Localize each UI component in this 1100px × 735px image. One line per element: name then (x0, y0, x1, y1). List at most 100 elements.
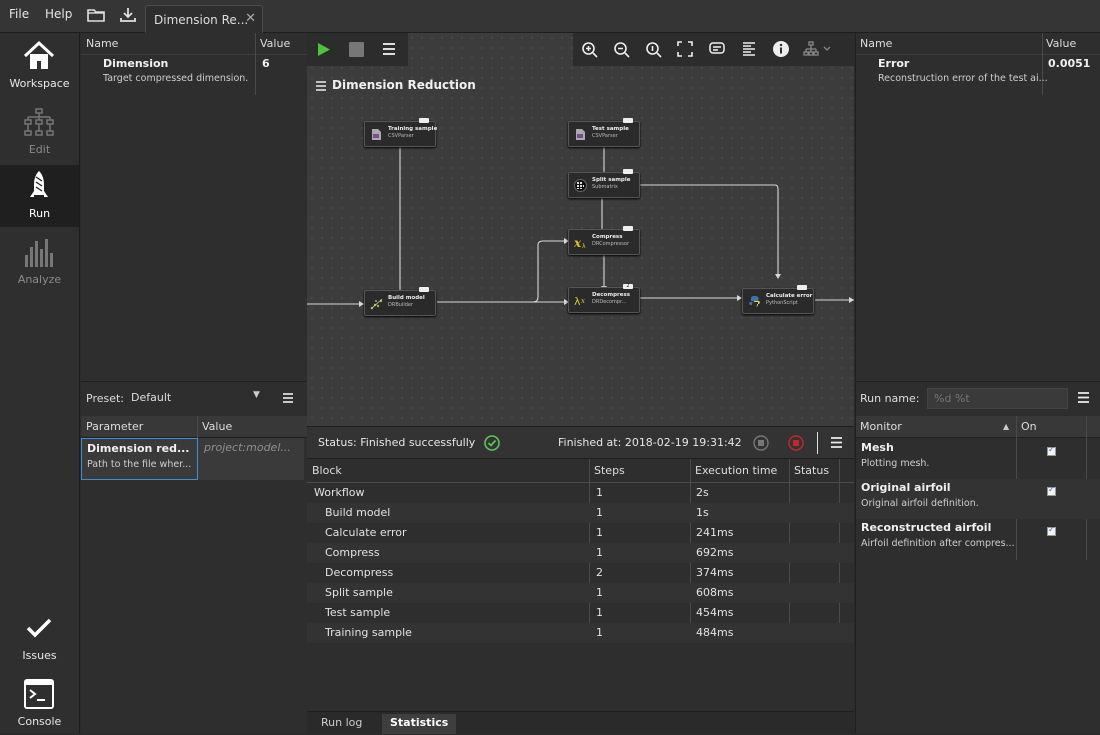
statistics-table: Block Steps Execution time Status Workfl… (307, 459, 854, 711)
pause-icon[interactable] (753, 435, 769, 454)
node-subtitle: DRDecompr... (592, 299, 627, 305)
column-header-monitor[interactable]: Monitor (860, 420, 902, 433)
sidebar-item-label: Issues (22, 649, 57, 662)
block-name: Test sample (325, 606, 391, 619)
table-row[interactable]: Training sample 1 484ms (307, 623, 854, 643)
svg-text:x: x (581, 297, 585, 305)
node-subtitle: PythonScript (766, 300, 798, 306)
result-row-error[interactable]: Error Reconstruction error of the test a… (856, 55, 1100, 95)
node-subtitle: DRCompressor (592, 241, 630, 247)
node-compress[interactable]: xλ Compress DRCompressor (568, 226, 640, 255)
block-time: 1s (696, 506, 709, 519)
monitor-enabled-checkbox[interactable] (1047, 445, 1056, 456)
block-name: Calculate error (325, 526, 407, 539)
monitor-row-reconstructed-airfoil[interactable]: Reconstructed airfoil Airfoil definition… (856, 519, 1100, 559)
run-name-input[interactable] (927, 388, 1068, 409)
param-value-cell[interactable]: project:model... (198, 438, 304, 480)
sidebar-item-label: Console (17, 715, 62, 728)
rocket-icon (22, 169, 56, 203)
option-value[interactable]: 6 (262, 57, 270, 70)
column-header-block[interactable]: Block (312, 464, 342, 477)
monitor-enabled-checkbox[interactable] (1047, 485, 1056, 496)
options-panel: Name Value Dimension Target compressed d… (81, 33, 307, 381)
preset-select[interactable]: Default ▼ (128, 388, 268, 408)
node-calculate-error[interactable]: Calculate error PythonScript (742, 285, 814, 314)
node-build-model[interactable]: Build model DRBuilder (364, 287, 436, 316)
tab-statistics[interactable]: Statistics (382, 714, 457, 734)
sidebar-item-label: Edit (28, 143, 51, 156)
sort-ascending-icon[interactable]: ▲ (1003, 422, 1009, 431)
workflow-icon (22, 105, 56, 139)
table-row[interactable]: Workflow 1 2s (307, 483, 854, 503)
block-name: Build model (325, 506, 391, 519)
sidebar-item-workspace[interactable]: Workspace (0, 35, 79, 97)
monitor-row-original-airfoil[interactable]: Original airfoil Original airfoil defini… (856, 479, 1100, 519)
result-value: 0.0051 (1048, 57, 1091, 70)
chevron-down-icon: ▼ (253, 390, 260, 400)
table-row[interactable]: Split sample 1 608ms (307, 583, 854, 603)
block-time: 454ms (696, 606, 734, 619)
option-description: Target compressed dimension. (103, 73, 249, 84)
node-split-sample[interactable]: Split sample Submatrix (568, 169, 640, 198)
sidebar-item-edit[interactable]: Edit (0, 101, 79, 163)
node-title: Training sample (388, 126, 438, 132)
workflow-canvas[interactable]: Dimension Reduction Training sample CSVP… (307, 33, 854, 426)
column-header-on[interactable]: On (1021, 420, 1037, 433)
param-value: project:model... (204, 441, 291, 454)
block-steps: 1 (596, 486, 603, 499)
preset-param-row[interactable]: Dimension red... Path to the file wher..… (81, 438, 198, 480)
sidebar-item-issues[interactable]: Issues (0, 607, 79, 669)
file-icon (574, 128, 587, 141)
column-header-steps[interactable]: Steps (594, 464, 625, 477)
result-description: Reconstruction error of the test ai... (878, 73, 1048, 84)
node-subtitle: Submatrix (592, 184, 618, 190)
preset-menu-icon[interactable] (280, 390, 296, 406)
monitor-header: Monitor ▲ On (856, 416, 1100, 438)
status-text: Status: Finished successfully (318, 436, 476, 449)
block-name: Decompress (325, 566, 394, 579)
block-steps: 2 (596, 566, 603, 579)
menu-file[interactable]: File (9, 7, 29, 21)
menu-icon[interactable] (830, 436, 843, 452)
option-name: Dimension (103, 57, 169, 70)
monitor-row-mesh[interactable]: Mesh Plotting mesh. (856, 439, 1100, 479)
column-header-execution-time[interactable]: Execution time (695, 464, 777, 477)
column-header-status[interactable]: Status (794, 464, 829, 477)
table-row[interactable]: Test sample 1 454ms (307, 603, 854, 623)
table-row[interactable]: Compress 1 692ms (307, 543, 854, 563)
preset-label: Preset: (86, 392, 125, 405)
options-header: Name Value (81, 33, 307, 55)
run-status-bar: Status: Finished successfully Finished a… (307, 426, 854, 459)
node-test-sample[interactable]: Test sample CSVParser (568, 118, 640, 147)
tab-run-log[interactable]: Run log (313, 714, 370, 734)
node-training-sample[interactable]: Training sample CSVParser (364, 118, 438, 147)
stop-record-icon[interactable] (788, 435, 804, 454)
table-row[interactable]: Build model 1 1s (307, 503, 854, 523)
block-time: 2s (696, 486, 709, 499)
sidebar-item-analyze[interactable]: Analyze (0, 231, 79, 293)
block-steps: 1 (596, 546, 603, 559)
document-tab[interactable]: Dimension Re... ✕ (145, 5, 263, 33)
table-row[interactable]: Calculate error 1 241ms (307, 523, 854, 543)
python-icon (748, 295, 761, 308)
preset-panel: Preset: Default ▼ Parameter Value Dimens… (81, 381, 307, 733)
sidebar-item-run[interactable]: Run (0, 165, 79, 227)
menu-help[interactable]: Help (45, 7, 72, 21)
open-folder-icon[interactable] (86, 6, 108, 26)
monitor-panel: Run name: Monitor ▲ On Mesh Plotting mes… (855, 381, 1100, 733)
close-icon[interactable]: ✕ (245, 11, 256, 26)
table-row[interactable]: Decompress 2 374ms (307, 563, 854, 583)
results-header: Name Value (856, 33, 1100, 55)
menu-icon[interactable] (1077, 391, 1090, 407)
success-check-icon (484, 435, 500, 454)
sidebar-item-label: Analyze (17, 273, 62, 286)
download-icon[interactable] (118, 6, 140, 26)
monitor-enabled-checkbox[interactable] (1047, 525, 1056, 536)
node-title: Compress (592, 234, 623, 240)
node-decompress[interactable]: 2 λx Decompress DRDecompr... (568, 284, 640, 313)
svg-text:λ: λ (574, 295, 581, 307)
option-row-dimension[interactable]: Dimension Target compressed dimension. 6 (81, 55, 307, 95)
block-steps: 1 (596, 606, 603, 619)
statistics-header: Block Steps Execution time Status (307, 459, 854, 483)
sidebar-item-console[interactable]: Console (0, 673, 79, 735)
